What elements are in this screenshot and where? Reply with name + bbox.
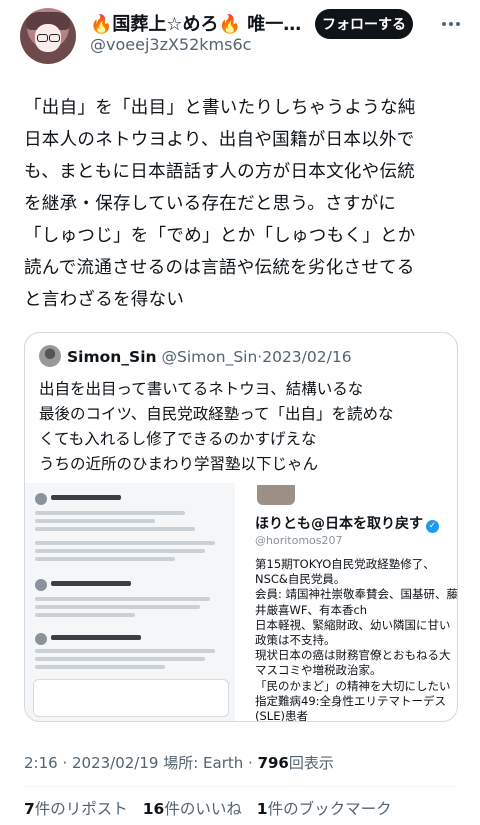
verified-icon: ✓ [426, 520, 439, 533]
views-count: 796 [257, 754, 289, 772]
likes-stat[interactable]: 16件のいいね [143, 800, 242, 818]
author-display-name[interactable]: 🔥国葬上☆めろ🔥 唯一… [90, 10, 300, 36]
quoted-tweet-card[interactable]: Simon_Sin @Simon_Sin·2023/02/16 出自を出目って書… [24, 332, 458, 722]
quote-author-name: Simon_Sin [67, 348, 157, 366]
tweet-line: を継承・保存している存在だと思う。さすがに [24, 194, 397, 214]
quote-line: くても入れるし修了できるのかすげえな [39, 430, 317, 448]
author-handle[interactable]: @voeej3zX52kms6c [90, 35, 251, 54]
bio-line: 井厳喜WF、有本香ch [255, 602, 368, 617]
author-avatar[interactable] [20, 8, 76, 64]
quote-header: Simon_Sin @Simon_Sin·2023/02/16 [39, 345, 352, 367]
divider [24, 786, 456, 787]
bio-line: 第15期TOKYO自民党政経塾修了、 [255, 557, 435, 571]
bio-line: マスコミや増税政治家。 [255, 663, 382, 678]
quote-avatar [39, 345, 61, 367]
bio-line: NSC&自民党員。 [255, 572, 346, 587]
quote-line: 最後のコイツ、自民党政経塾って「出自」を読めな [39, 405, 394, 423]
bio-line: 「民のかまど」の精神を大切にしたい [255, 678, 451, 693]
more-options-icon[interactable] [440, 15, 462, 33]
tweet-line: 「出自」を「出目」と書いたりしちゃうような純 [24, 98, 416, 118]
quote-date: ·2023/02/16 [257, 348, 352, 366]
quote-line: うちの近所のひまわり学習塾以下じゃん [39, 455, 319, 473]
bio-line: (SLE)患者 [255, 709, 308, 722]
bio-line: 指定難病49:全身性エリテマトーデス [255, 693, 447, 708]
follow-button[interactable]: フォローする [315, 9, 413, 39]
bio-line: 日本軽視、緊縮財政、幼い隣国に甘い [255, 617, 451, 632]
quote-text: 出自を出目って書いてるネトウヨ、結構いるな 最後のコイツ、自民党政経塾って「出自… [39, 377, 449, 477]
quote-image-profile[interactable]: ほりとも@日本を取り戻す ✓ @horitomos207 第15期TOKYO自民党… [237, 483, 457, 721]
profile-photo [257, 485, 295, 505]
tweet-timestamp[interactable]: 2:16 · 2023/02/19 場所: Earth · [24, 754, 258, 772]
tweet-meta: 2:16 · 2023/02/19 場所: Earth · 796回表示 [24, 752, 334, 773]
bio-line: 現状日本の癌は財務官僚とおもねる大 [255, 648, 451, 663]
bio-line: 会員: 靖国神社崇敬奉賛会、国基研、藤 [255, 587, 458, 602]
tweet-line: と言わざるを得ない [24, 290, 185, 310]
profile-bio: 第15期TOKYO自民党政経塾修了、 NSC&自民党員。 会員: 靖国神社崇敬奉… [255, 557, 458, 722]
tweet-line: 読んで流通させるのは言語や伝統を劣化させてる [24, 258, 415, 278]
quote-image-screenshot[interactable] [25, 483, 235, 721]
engagement-stats: 7件のリポスト 16件のいいね 1件のブックマーク [24, 797, 392, 819]
profile-name: ほりとも@日本を取り戻す ✓ [255, 513, 439, 533]
bio-line: 政策は不支持。 [255, 633, 336, 648]
tweet-text: 「出自」を「出目」と書いたりしちゃうような純 日本人のネトウヨより、出自や国籍が… [24, 92, 464, 316]
quote-author-handle: @Simon_Sin [161, 348, 258, 366]
tweet-line: 日本人のネトウヨより、出自や国籍が日本以外で [24, 130, 415, 150]
bookmarks-stat[interactable]: 1件のブックマーク [257, 800, 392, 818]
retweets-stat[interactable]: 7件のリポスト [24, 800, 128, 818]
quote-line: 出自を出目って書いてるネトウヨ、結構いるな [39, 380, 364, 398]
profile-handle: @horitomos207 [255, 534, 343, 547]
tweet-header: 🔥国葬上☆めろ🔥 唯一… @voeej3zX52kms6c フォローする [0, 0, 480, 78]
views-label: 回表示 [288, 754, 334, 772]
tweet-line: も、まともに日本語話す人の方が日本文化や伝統 [24, 162, 416, 182]
tweet-line: 「しゅつじ」を「でめ」とか「しゅつもく」とか [24, 226, 416, 246]
